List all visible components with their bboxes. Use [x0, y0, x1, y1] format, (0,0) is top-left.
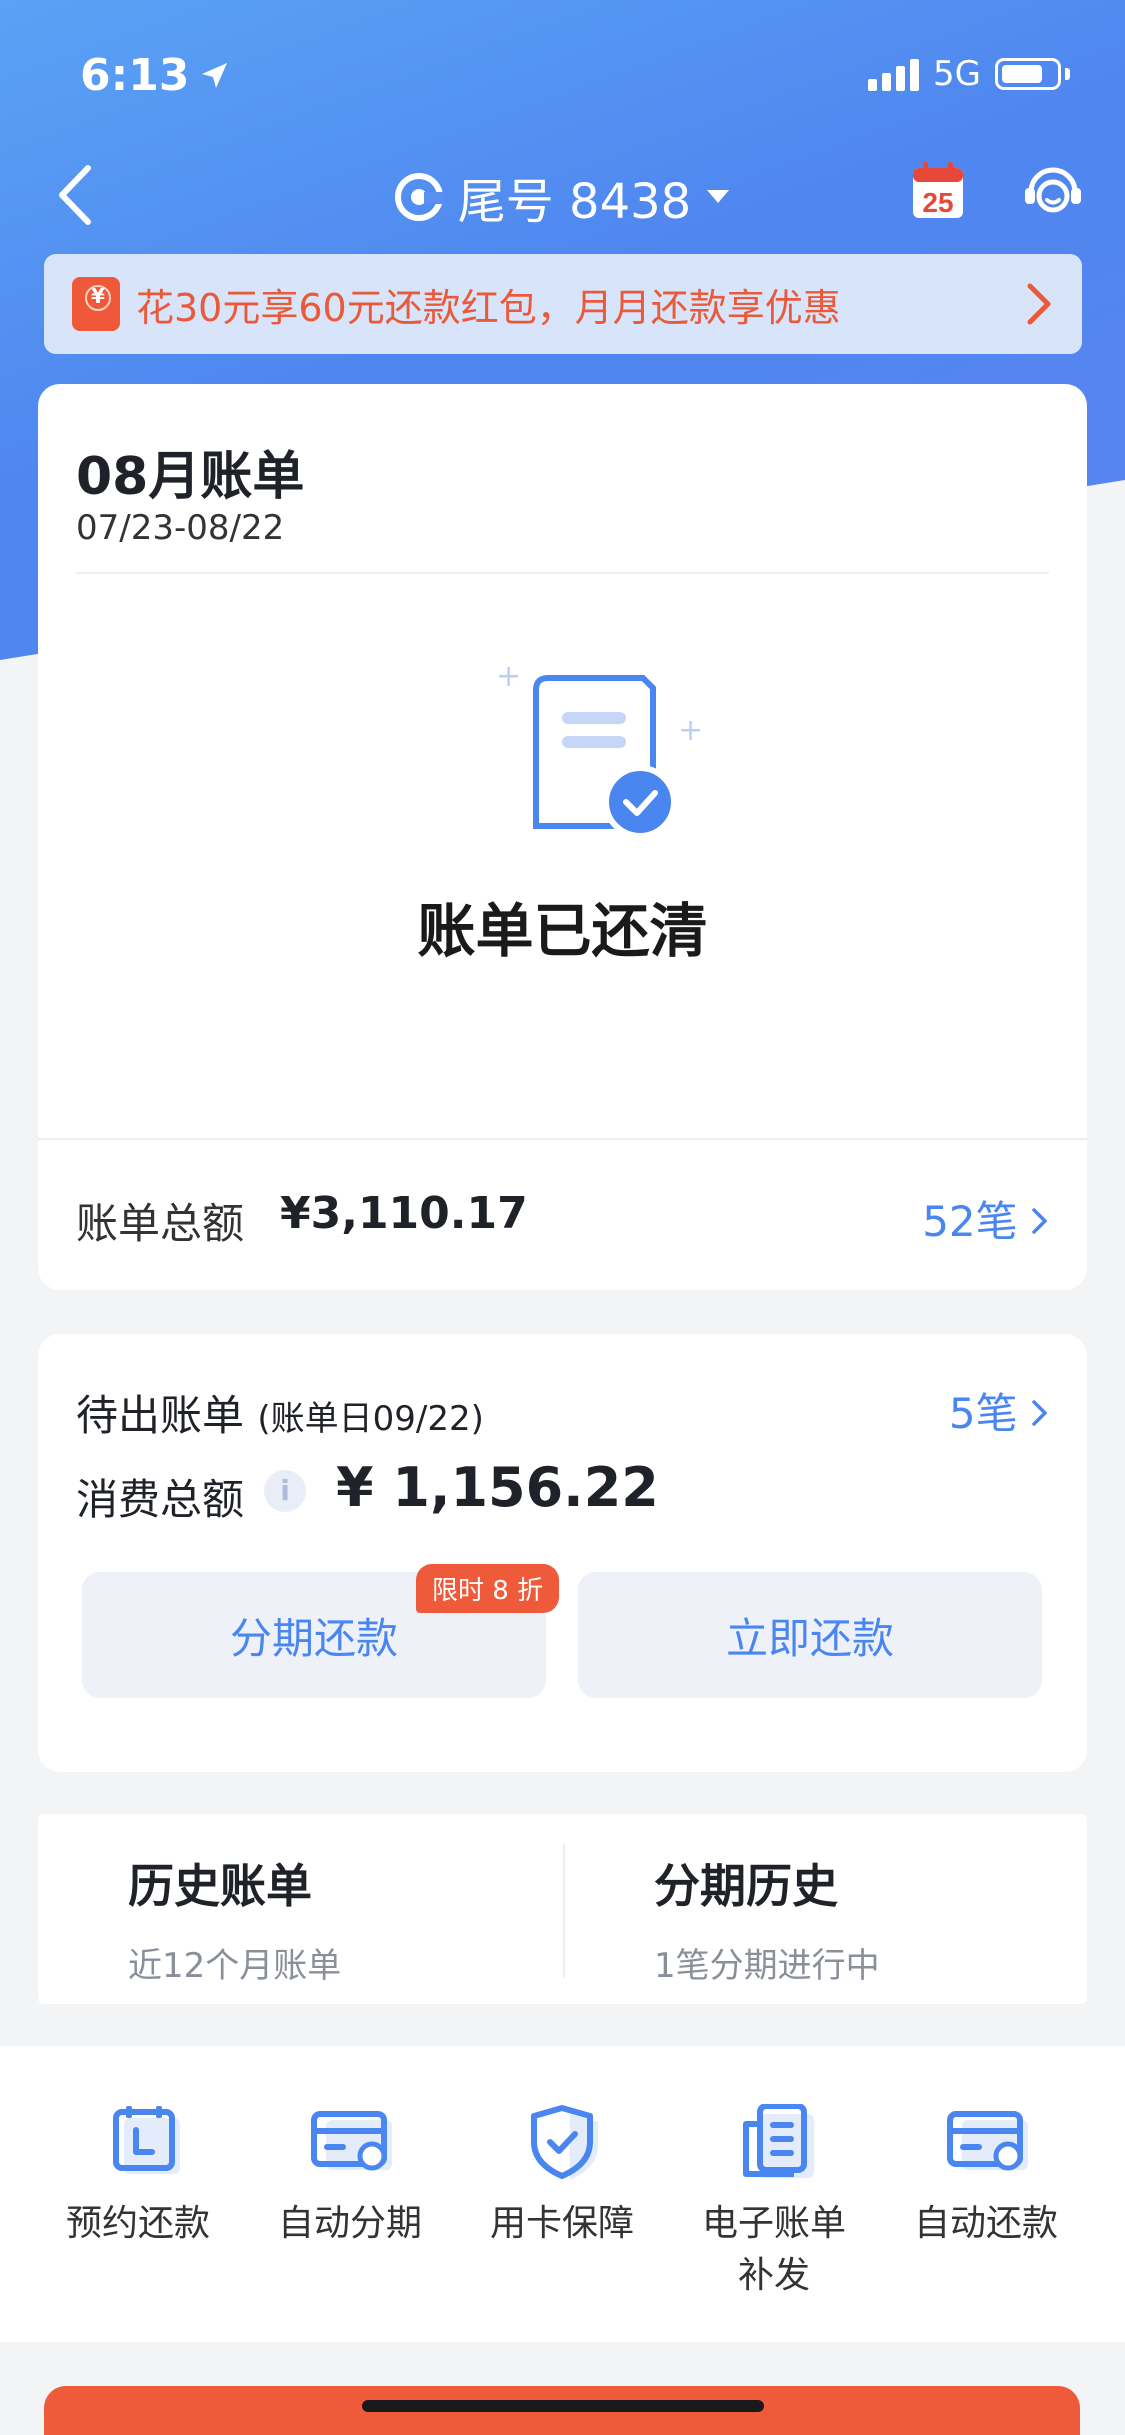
svg-text:25: 25	[922, 187, 953, 218]
bill-title: 08月账单	[76, 447, 305, 507]
tool-label: 电子账单 补发	[701, 2203, 846, 2296]
tool-e-bill-reissue[interactable]: 电子账单 补发	[674, 2104, 874, 2302]
bill-total-value: ¥3,110.17	[280, 1188, 528, 1239]
bill-transactions-link[interactable]: 52笔	[922, 1188, 1049, 1249]
bill-count: 52笔	[922, 1197, 1018, 1246]
scheduled-repay-icon	[113, 2106, 180, 2174]
pending-label: 待出账单	[76, 1391, 245, 1440]
pending-bill-card: 待出账单 (账单日09/22) 5笔 消费总额 i ¥ 1,156.22 分期还…	[38, 1334, 1087, 1772]
divider	[38, 1138, 1087, 1140]
bill-date-range: 07/23-08/22	[76, 508, 285, 548]
signal-icon	[868, 57, 920, 91]
auto-repay-icon	[947, 2111, 1028, 2171]
bill-cleared-icon: + +	[496, 659, 703, 839]
calendar-icon[interactable]: 25	[911, 162, 965, 220]
bill-total-label: 账单总额	[76, 1199, 245, 1248]
chevron-right-icon	[1032, 1400, 1047, 1426]
bank-logo-icon	[394, 173, 444, 221]
home-indicator	[362, 2400, 764, 2412]
location-arrow-icon	[202, 62, 228, 88]
svg-text:+: +	[678, 713, 703, 748]
pending-transactions-link[interactable]: 5笔	[949, 1380, 1049, 1441]
tool-label: 用卡保障	[489, 2203, 634, 2244]
card-protection-icon	[531, 2105, 598, 2180]
discount-badge: 限时 8 折	[416, 1564, 560, 1613]
promo-text: 花30元享60元还款红包，月月还款享优惠	[136, 285, 841, 330]
account-label: 尾号 8438	[457, 174, 692, 230]
installment-history-sub: 1笔分期进行中	[654, 1946, 880, 1986]
installment-history-title: 分期历史	[654, 1859, 838, 1913]
spend-total-label: 消费总额	[76, 1475, 245, 1524]
bill-day: (账单日09/22)	[257, 1399, 484, 1439]
divider	[76, 572, 1049, 574]
battery-icon	[995, 58, 1061, 90]
divider	[563, 1844, 565, 1978]
info-icon[interactable]: i	[264, 1470, 306, 1512]
battery-cap	[1065, 68, 1070, 80]
auto-installment-icon	[311, 2111, 392, 2171]
svg-text:+: +	[496, 659, 521, 694]
repay-now-button[interactable]: 立即还款	[578, 1572, 1042, 1698]
tools-grid: 预约还款 自动分期 用卡保障 电子账单 补发 自动还款	[0, 2046, 1125, 2342]
history-bills-entry[interactable]: 历史账单 近12个月账单	[128, 1850, 341, 1987]
network-type: 5G	[933, 54, 981, 94]
chevron-right-icon	[1027, 283, 1051, 325]
caret-down-icon	[707, 190, 730, 203]
tool-auto-installment[interactable]: 自动分期	[250, 2104, 450, 2250]
status-indicators: 5G	[868, 54, 1070, 94]
bill-status: 账单已还清	[417, 897, 708, 965]
status-bar: 6:13 5G	[0, 40, 1125, 110]
tool-label: 自动还款	[913, 2203, 1058, 2244]
tool-auto-repay[interactable]: 自动还款	[886, 2104, 1086, 2250]
top-nav: 尾号 8438 25	[0, 150, 1125, 240]
bill-card: 08月账单 07/23-08/22 + + 账单已还清 账单总额 ¥3,110.…	[38, 384, 1087, 1290]
history-bills-title: 历史账单	[128, 1859, 312, 1913]
chevron-right-icon	[1032, 1208, 1047, 1234]
history-card: 历史账单 近12个月账单 分期历史 1笔分期进行中	[38, 1814, 1087, 2004]
tool-label: 预约还款	[65, 2203, 210, 2244]
e-bill-icon	[743, 2104, 814, 2178]
tool-label: 自动分期	[277, 2203, 422, 2244]
red-packet-icon	[72, 277, 120, 331]
history-bills-sub: 近12个月账单	[128, 1946, 342, 1986]
status-time: 6:13	[80, 50, 229, 101]
tool-scheduled-repay[interactable]: 预约还款	[38, 2104, 238, 2250]
pending-title: 待出账单 (账单日09/22)	[76, 1382, 484, 1443]
customer-service-icon[interactable]	[1021, 158, 1085, 222]
pending-count: 5笔	[948, 1389, 1018, 1438]
promo-banner[interactable]: 花30元享60元还款红包，月月还款享优惠	[44, 254, 1082, 354]
spend-total-value: ¥ 1,156.22	[336, 1456, 659, 1519]
tool-card-protection[interactable]: 用卡保障	[462, 2104, 662, 2250]
installment-history-entry[interactable]: 分期历史 1笔分期进行中	[654, 1850, 880, 1987]
